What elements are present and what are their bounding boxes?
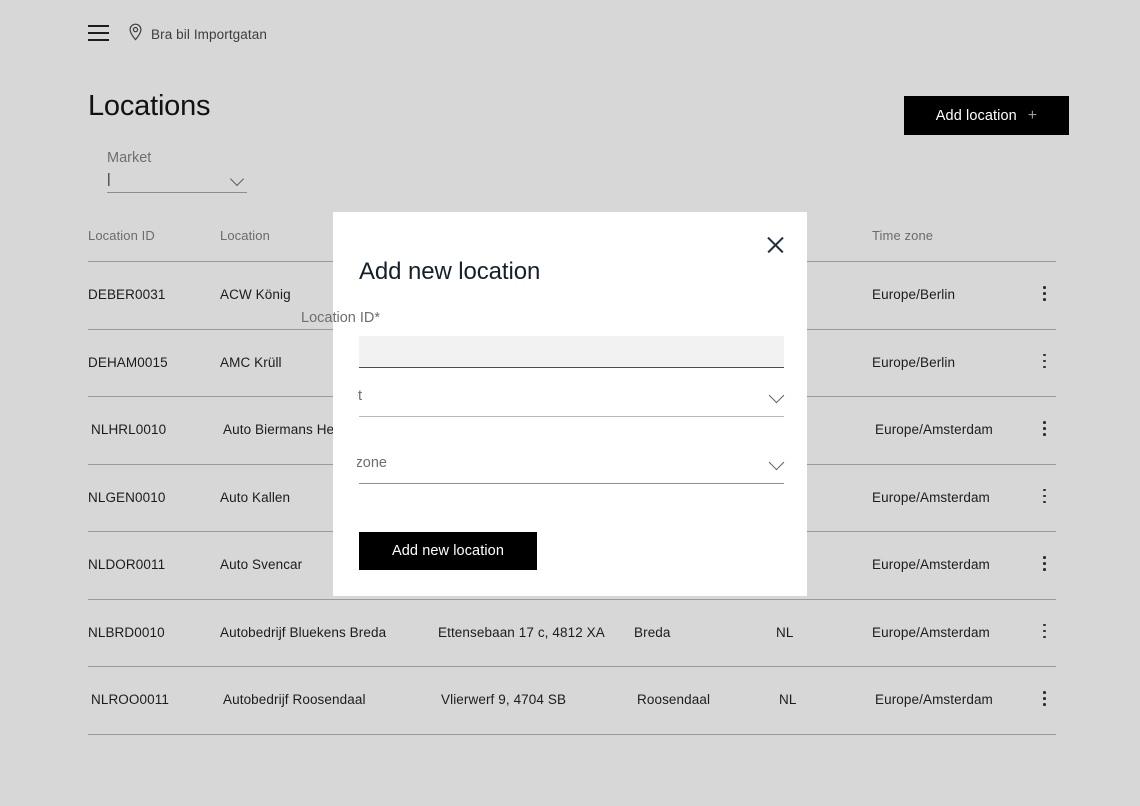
cell-location: Auto Biermans Hee <box>223 422 342 437</box>
modal-title: Add new location <box>359 258 541 285</box>
market-label: Market* <box>357 388 362 404</box>
market-select[interactable]: Market* <box>357 388 784 417</box>
cell-city: Breda <box>634 624 671 640</box>
table-row[interactable]: NLROO0011 Autobedrijf Roosendaal Vlierwe… <box>88 667 1056 735</box>
brand-label: Bra bil Importgatan <box>151 27 267 42</box>
cell-country: NL <box>776 624 794 640</box>
market-filter-value: | <box>107 170 111 186</box>
cell-location-id: NLROO0011 <box>91 692 169 707</box>
hamburger-bar <box>88 32 109 34</box>
add-location-button[interactable]: Add location + <box>904 96 1069 135</box>
cell-location: Autobedrijf Roosendaal <box>223 692 366 707</box>
hamburger-bar <box>88 39 109 41</box>
cell-location-id: NLHRL0010 <box>91 422 167 437</box>
cell-time-zone: Europe/Berlin <box>872 287 956 302</box>
kebab-menu-icon[interactable] <box>1036 487 1052 507</box>
chevron-down-icon <box>232 174 245 182</box>
brand-location-link[interactable]: Bra bil Importgatan <box>128 23 267 46</box>
add-location-label: Add location <box>935 107 1017 124</box>
cell-location-id: NLBRD0010 <box>88 624 165 640</box>
plus-icon: + <box>1027 106 1038 124</box>
kebab-menu-icon[interactable] <box>1036 622 1052 642</box>
cell-location-id: NLDOR0011 <box>88 557 166 572</box>
top-bar: Bra bil Importgatan <box>0 0 1140 68</box>
cell-location: Auto Kallen <box>220 489 291 505</box>
location-pin-icon <box>128 23 143 46</box>
market-filter-label: Market <box>107 150 152 166</box>
cell-address: Vlierwerf 9, 4704 SB <box>441 692 567 707</box>
column-header-location: Location <box>220 228 270 243</box>
cell-time-zone: Europe/Amsterdam <box>872 624 990 640</box>
cell-time-zone: Europe/Amsterdam <box>875 422 993 437</box>
cell-time-zone: Europe/Berlin <box>872 354 956 370</box>
cell-time-zone: Europe/Amsterdam <box>875 692 993 707</box>
page-title: Locations <box>88 90 211 122</box>
kebab-menu-icon[interactable] <box>1036 554 1052 574</box>
add-new-location-modal: Add new location Location ID* Market* Ti… <box>301 212 807 596</box>
location-id-label: Location ID* <box>301 310 380 326</box>
hamburger-bar <box>88 25 109 27</box>
time-zone-select[interactable]: Time zone* <box>357 455 784 484</box>
cell-location-id: DEHAM0015 <box>88 354 168 370</box>
kebab-menu-icon[interactable] <box>1036 689 1052 709</box>
kebab-menu-icon[interactable] <box>1036 419 1052 439</box>
cell-location: AMC Krüll <box>220 354 282 370</box>
cell-time-zone: Europe/Amsterdam <box>872 557 990 572</box>
kebab-menu-icon[interactable] <box>1036 352 1052 372</box>
time-zone-label: Time zone* <box>357 455 387 471</box>
cell-time-zone: Europe/Amsterdam <box>872 489 990 505</box>
table-row[interactable]: NLBRD0010 Autobedrijf Bluekens Breda Ett… <box>88 600 1056 667</box>
market-filter: Market | <box>107 148 247 193</box>
cell-location-id: NLGEN0010 <box>88 489 166 505</box>
location-id-input[interactable] <box>359 336 784 368</box>
chevron-down-icon <box>770 457 784 467</box>
market-filter-select[interactable]: | <box>107 168 247 193</box>
cell-location: ACW König <box>220 287 291 302</box>
hamburger-icon[interactable] <box>88 25 109 41</box>
cell-city: Roosendaal <box>637 692 711 707</box>
cell-location: Auto Svencar <box>220 557 303 572</box>
kebab-menu-icon[interactable] <box>1036 284 1052 304</box>
chevron-down-icon <box>770 390 784 400</box>
add-new-location-submit-button[interactable]: Add new location <box>359 532 537 570</box>
cell-location: Autobedrijf Bluekens Breda <box>220 624 387 640</box>
column-header-time-zone: Time zone <box>872 228 934 243</box>
close-icon[interactable] <box>763 232 789 258</box>
cell-location-id: DEBER0031 <box>88 287 166 302</box>
column-header-location-id: Location ID <box>88 228 155 243</box>
cell-address: Ettensebaan 17 c, 4812 XA <box>438 624 605 640</box>
cell-country: NL <box>779 692 797 707</box>
